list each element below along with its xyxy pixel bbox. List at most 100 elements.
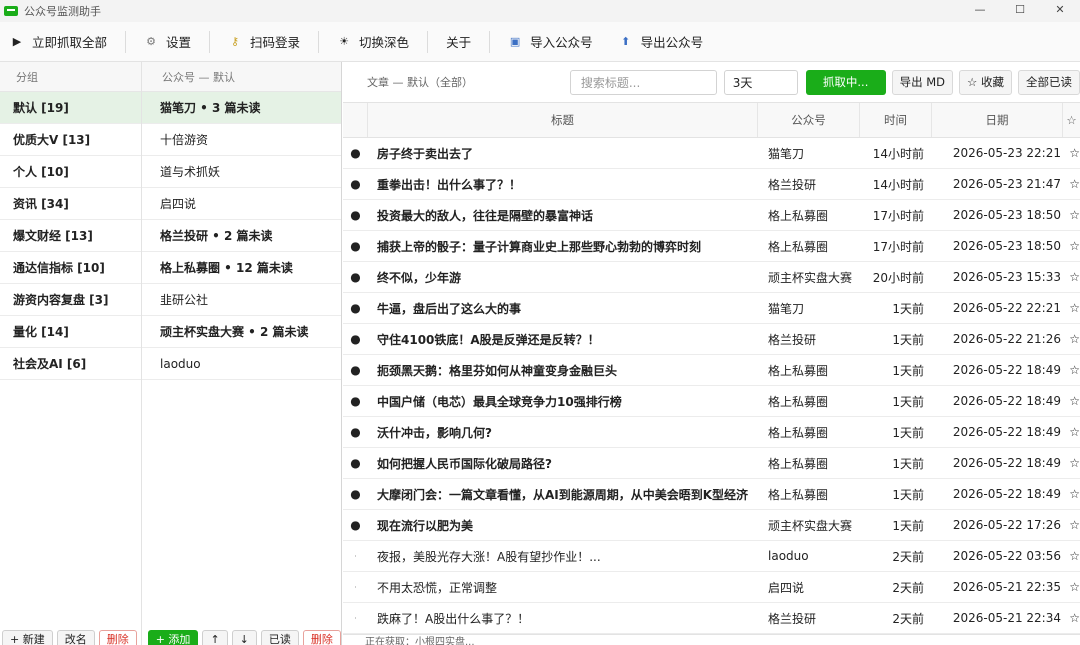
header-time[interactable]: 时间 — [860, 103, 932, 137]
toolbar-divider — [489, 30, 491, 53]
account-item[interactable]: laoduo — [142, 348, 341, 380]
fetch-all-button[interactable]: ▶ 立即抓取全部 — [0, 27, 117, 57]
minimize-icon[interactable]: — — [960, 0, 1000, 18]
group-item[interactable]: 爆文财经 [13] — [0, 220, 141, 252]
star-icon[interactable]: ☆ — [1063, 239, 1080, 253]
rename-group-button[interactable]: 改名 — [56, 630, 95, 645]
unread-dot-icon: ● — [350, 363, 361, 377]
group-item[interactable]: 资讯 [34] — [0, 188, 141, 220]
article-account: 猫笔刀 — [768, 301, 805, 316]
delete-group-button[interactable]: 删除 — [98, 630, 137, 645]
star-icon[interactable]: ☆ — [1063, 301, 1080, 315]
close-icon[interactable]: ✕ — [1040, 0, 1080, 18]
table-row[interactable]: · 不用太恐慌，正常调整 启四说 2天前 2026-05-21 22:35 ☆ — [343, 572, 1080, 603]
table-row[interactable]: ● 终不似，少年游 顽主杯实盘大赛 20小时前 2026-05-23 15:33 ☆ — [343, 262, 1080, 293]
table-row[interactable]: ● 沃什冲击，影响几何? 格上私募圈 1天前 2026-05-22 18:49 ☆ — [343, 417, 1080, 448]
fetch-label: 抓取中... — [822, 75, 869, 89]
account-item[interactable]: 顽主杯实盘大赛 • 2 篇未读 — [142, 316, 341, 348]
unread-dot-icon: ● — [350, 425, 361, 439]
star-icon[interactable]: ☆ — [1063, 270, 1080, 284]
toolbar-divider — [125, 30, 127, 53]
star-icon[interactable]: ☆ — [1063, 146, 1080, 160]
group-item[interactable]: 量化 [14] — [0, 316, 141, 348]
star-icon[interactable]: ☆ — [1063, 394, 1080, 408]
fetch-button[interactable]: 抓取中... — [805, 69, 886, 95]
unread-dot-icon: · — [354, 613, 357, 623]
group-item[interactable]: 社会及AI [6] — [0, 348, 141, 380]
table-row[interactable]: ● 守住4100铁底！A股是反弹还是反转？！ 格兰投研 1天前 2026-05-22 2… — [343, 324, 1080, 355]
header-title[interactable]: 标题 — [368, 103, 758, 137]
article-title: 如何把握人民币国际化破局路径? — [377, 456, 552, 471]
favorite-button[interactable]: ☆ 收藏 — [959, 69, 1013, 95]
header-account[interactable]: 公众号 — [758, 103, 860, 137]
star-icon[interactable]: ☆ — [1063, 177, 1080, 191]
group-item[interactable]: 默认 [19] — [0, 92, 141, 124]
import-accounts-button[interactable]: ▣ 导入公众号 — [498, 27, 603, 57]
article-title: 扼颈黑天鹅：格里芬如何从神童变身金融巨头 — [377, 363, 618, 378]
delete-account-button[interactable]: 删除 — [302, 630, 341, 645]
star-icon[interactable]: ☆ — [1063, 549, 1080, 563]
table-row[interactable]: ● 大摩闭门会：一篇文章看懂，从AI到能源周期，从中美会晤到K型经济 格上私募圈 1天… — [343, 479, 1080, 510]
article-filter-bar: 文章 — 默认（全部） 搜索标题... 3天 抓取中... 导出 MD ☆ 收藏… — [343, 62, 1080, 102]
mark-read-button[interactable]: 已读 — [260, 630, 299, 645]
star-icon[interactable]: ☆ — [1063, 332, 1080, 346]
group-item[interactable]: 通达信指标 [10] — [0, 252, 141, 284]
header-star[interactable]: ☆ — [1063, 103, 1080, 137]
table-row[interactable]: ● 中国户储（电芯）最具全球竞争力10强排行榜 格上私募圈 1天前 2026-05-22… — [343, 386, 1080, 417]
toggle-dark-button[interactable]: ☀ 切换深色 — [327, 27, 419, 57]
article-ago: 14小时前 — [872, 146, 924, 161]
account-item[interactable]: 韭研公社 — [142, 284, 341, 316]
article-ago: 17小时前 — [872, 208, 924, 223]
account-item[interactable]: 十倍游资 — [142, 124, 341, 156]
table-row[interactable]: · 跌麻了！A股出什么事了？！ 格兰投研 2天前 2026-05-21 22:34 ☆ — [343, 603, 1080, 634]
article-ago: 20小时前 — [872, 270, 924, 285]
table-row[interactable]: ● 捕获上帝的骰子：量子计算商业史上那些野心勃勃的博弈时刻 格上私募圈 17小时前 20… — [343, 231, 1080, 262]
table-row[interactable]: ● 扼颈黑天鹅：格里芬如何从神童变身金融巨头 格上私募圈 1天前 2026-05-22 … — [343, 355, 1080, 386]
toolbar-divider — [318, 30, 320, 53]
table-row[interactable]: ● 牛逼，盘后出了这么大的事 猫笔刀 1天前 2026-05-22 22:21 ☆ — [343, 293, 1080, 324]
scan-login-button[interactable]: ⚷ 扫码登录 — [218, 27, 310, 57]
export-md-button[interactable]: 导出 MD — [891, 69, 954, 95]
group-item[interactable]: 优质大V [13] — [0, 124, 141, 156]
settings-button[interactable]: ⚙ 设置 — [134, 27, 201, 57]
table-row[interactable]: · 夜报，美股光存大涨！A股有望抄作业！... laoduo 2天前 2026-05-2… — [343, 541, 1080, 572]
table-row[interactable]: ● 重拳出击！出什么事了？！ 格兰投研 14小时前 2026-05-23 21:47 ☆ — [343, 169, 1080, 200]
maximize-icon[interactable]: ☐ — [1000, 0, 1040, 18]
gear-icon: ⚙ — [146, 35, 156, 48]
article-title: 中国户储（电芯）最具全球竞争力10强排行榜 — [377, 394, 622, 409]
table-row[interactable]: ● 投资最大的敌人，往往是隔壁的暴富神话 格上私募圈 17小时前 2026-05-23 … — [343, 200, 1080, 231]
about-button[interactable]: 关于 — [436, 27, 481, 57]
account-item[interactable]: 格上私募圈 • 12 篇未读 — [142, 252, 341, 284]
star-icon[interactable]: ☆ — [1063, 425, 1080, 439]
article-title: 捕获上帝的骰子：量子计算商业史上那些野心勃勃的博弈时刻 — [377, 239, 702, 254]
article-account: 格上私募圈 — [768, 394, 829, 409]
star-icon[interactable]: ☆ — [1063, 456, 1080, 470]
table-row[interactable]: ● 如何把握人民币国际化破局路径? 格上私募圈 1天前 2026-05-22 18:49… — [343, 448, 1080, 479]
star-icon[interactable]: ☆ — [1063, 363, 1080, 377]
group-item[interactable]: 游资内容复盘 [3] — [0, 284, 141, 316]
add-account-button[interactable]: + 添加 — [147, 630, 199, 645]
days-select[interactable]: 3天 — [723, 69, 798, 95]
star-icon[interactable]: ☆ — [1063, 208, 1080, 222]
unread-dot-icon: ● — [350, 487, 361, 501]
new-group-button[interactable]: + 新建 — [2, 630, 53, 645]
header-date[interactable]: 日期 — [932, 103, 1063, 137]
articles-table: 标题 公众号 时间 日期 ☆ ● 房子终于卖出去了 猫笔刀 14小时前 2026-05-… — [343, 102, 1080, 634]
account-item[interactable]: 道与术抓妖 — [142, 156, 341, 188]
group-item[interactable]: 个人 [10] — [0, 156, 141, 188]
table-row[interactable]: ● 现在流行以肥为美 顽主杯实盘大赛 1天前 2026-05-22 17:26 ☆ — [343, 510, 1080, 541]
star-icon[interactable]: ☆ — [1063, 611, 1080, 625]
account-item[interactable]: 启四说 — [142, 188, 341, 220]
account-item[interactable]: 格兰投研 • 2 篇未读 — [142, 220, 341, 252]
star-icon[interactable]: ☆ — [1063, 580, 1080, 594]
move-up-button[interactable]: ↑ — [202, 630, 228, 645]
mark-all-read-button[interactable]: 全部已读 — [1018, 69, 1080, 95]
move-down-button[interactable]: ↓ — [231, 630, 257, 645]
star-icon[interactable]: ☆ — [1063, 518, 1080, 532]
toolbar: ▶ 立即抓取全部 ⚙ 设置 ⚷ 扫码登录 ☀ 切换深色 关于 ▣ 导入公众号 ⬆… — [0, 22, 1080, 62]
export-accounts-button[interactable]: ⬆ 导出公众号 — [609, 27, 714, 57]
star-icon[interactable]: ☆ — [1063, 487, 1080, 501]
search-input[interactable]: 搜索标题... — [569, 69, 717, 95]
account-item[interactable]: 猫笔刀 • 3 篇未读 — [142, 92, 341, 124]
table-row[interactable]: ● 房子终于卖出去了 猫笔刀 14小时前 2026-05-23 22:21 ☆ — [343, 138, 1080, 169]
